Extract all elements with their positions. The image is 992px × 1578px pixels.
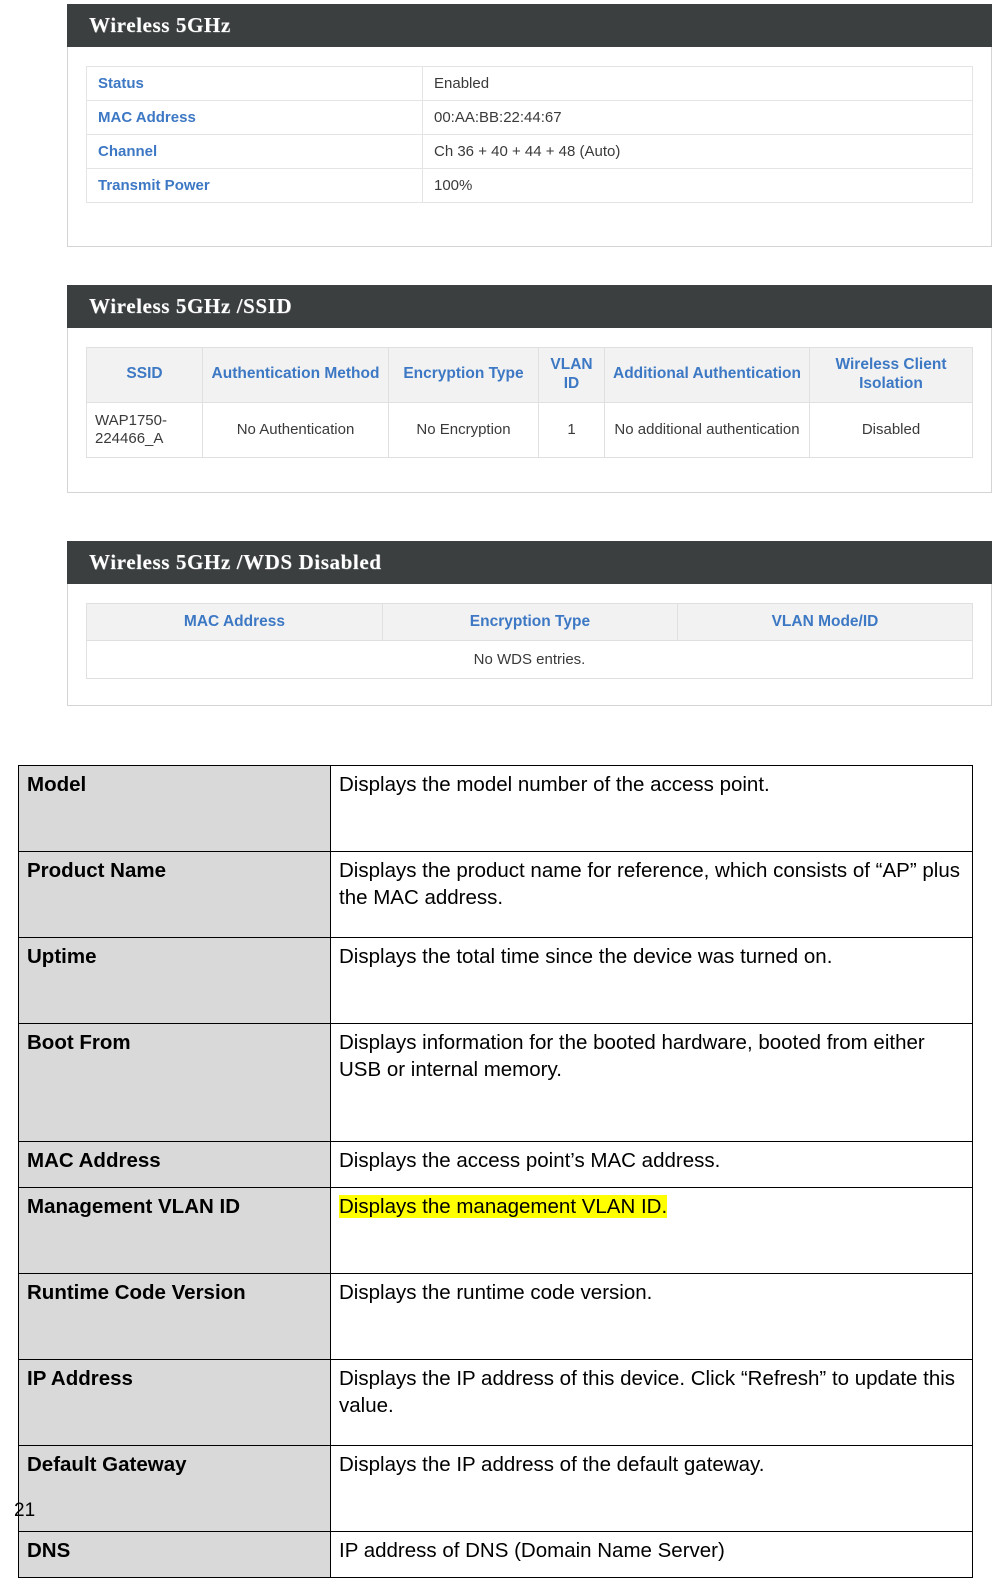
col-header-wireless-client-isolation: Wireless Client Isolation (809, 347, 973, 403)
col-header-wds-vlan-mode-id: VLAN Mode/ID (676, 603, 974, 641)
panel-title-wireless-5ghz: Wireless 5GHz (67, 4, 992, 47)
row-value-transmit-power: 100% (422, 168, 973, 203)
cell-authentication-method: No Authentication (202, 401, 389, 459)
table-row: Product Name Displays the product name f… (18, 851, 973, 938)
row-label-transmit-power: Transmit Power (86, 168, 423, 203)
desc-dns: IP address of DNS (Domain Name Server) (330, 1531, 973, 1578)
col-header-authentication-method: Authentication Method (202, 347, 389, 403)
desc-runtime-code-version: Displays the runtime code version. (330, 1273, 973, 1360)
table-row: DNS IP address of DNS (Domain Name Serve… (18, 1531, 973, 1578)
row-label-mac-address: MAC Address (86, 100, 423, 135)
cell-vlan-id: 1 (538, 401, 605, 459)
table-row: Transmit Power 100% (86, 168, 973, 203)
wds-table: MAC Address Encryption Type VLAN Mode/ID… (86, 603, 974, 679)
cell-ssid: WAP1750-224466_A (86, 401, 203, 459)
row-label-channel: Channel (86, 134, 423, 169)
term-uptime: Uptime (18, 937, 331, 1024)
table-row: Uptime Displays the total time since the… (18, 937, 973, 1024)
ssid-table: SSID Authentication Method Encryption Ty… (86, 347, 973, 459)
term-management-vlan-id: Management VLAN ID (18, 1187, 331, 1274)
desc-uptime: Displays the total time since the device… (330, 937, 973, 1024)
row-label-status: Status (86, 66, 423, 101)
term-boot-from: Boot From (18, 1023, 331, 1142)
row-value-status: Enabled (422, 66, 973, 101)
term-product-name: Product Name (18, 851, 331, 938)
col-header-encryption-type: Encryption Type (388, 347, 539, 403)
term-runtime-code-version: Runtime Code Version (18, 1273, 331, 1360)
desc-ip-address: Displays the IP address of this device. … (330, 1359, 973, 1446)
table-row: Boot From Displays information for the b… (18, 1023, 973, 1142)
table-row: Management VLAN ID Displays the manageme… (18, 1187, 973, 1274)
page-number: 21 (14, 1500, 36, 1521)
table-header-row: MAC Address Encryption Type VLAN Mode/ID (86, 603, 974, 641)
highlighted-text: Displays the management VLAN ID. (339, 1195, 668, 1218)
panel-title-wireless-5ghz-wds: Wireless 5GHz /WDS Disabled (67, 541, 992, 584)
term-mac-address: MAC Address (18, 1141, 331, 1188)
col-header-wds-mac-address: MAC Address (86, 603, 383, 641)
table-row: Default Gateway Displays the IP address … (18, 1445, 973, 1532)
desc-model: Displays the model number of the access … (330, 765, 973, 852)
desc-default-gateway: Displays the IP address of the default g… (330, 1445, 973, 1532)
desc-management-vlan-id: Displays the management VLAN ID. (330, 1187, 973, 1274)
term-default-gateway: Default Gateway (18, 1445, 331, 1532)
panel-body-wireless-5ghz-ssid: SSID Authentication Method Encryption Ty… (67, 328, 992, 493)
table-row: MAC Address 00:AA:BB:22:44:67 (86, 100, 973, 135)
term-ip-address: IP Address (18, 1359, 331, 1446)
wds-empty-message: No WDS entries. (86, 640, 973, 679)
field-description-table: Model Displays the model number of the a… (18, 765, 973, 1578)
term-model: Model (18, 765, 331, 852)
row-value-mac-address: 00:AA:BB:22:44:67 (422, 100, 973, 135)
panel-wireless-5ghz: Wireless 5GHz Status Enabled MAC Address… (67, 4, 992, 247)
table-row: Status Enabled (86, 66, 973, 101)
col-header-wds-encryption-type: Encryption Type (381, 603, 678, 641)
term-dns: DNS (18, 1531, 331, 1578)
table-row: Channel Ch 36 + 40 + 44 + 48 (Auto) (86, 134, 973, 169)
desc-boot-from: Displays information for the booted hard… (330, 1023, 973, 1142)
cell-encryption-type: No Encryption (388, 401, 539, 459)
col-header-ssid: SSID (86, 347, 203, 403)
row-value-channel: Ch 36 + 40 + 44 + 48 (Auto) (422, 134, 973, 169)
col-header-vlan-id: VLAN ID (538, 347, 605, 403)
col-header-additional-authentication: Additional Authentication (604, 347, 810, 403)
table-row: Model Displays the model number of the a… (18, 765, 973, 852)
cell-additional-authentication: No additional authentication (604, 401, 810, 459)
table-header-row: SSID Authentication Method Encryption Ty… (86, 347, 973, 403)
panel-title-wireless-5ghz-ssid: Wireless 5GHz /SSID (67, 285, 992, 328)
table-row: Runtime Code Version Displays the runtim… (18, 1273, 973, 1360)
table-row: IP Address Displays the IP address of th… (18, 1359, 973, 1446)
wireless-5ghz-status-table: Status Enabled MAC Address 00:AA:BB:22:4… (86, 66, 973, 203)
desc-product-name: Displays the product name for reference,… (330, 851, 973, 938)
panel-body-wireless-5ghz: Status Enabled MAC Address 00:AA:BB:22:4… (67, 47, 992, 247)
panel-wireless-5ghz-ssid: Wireless 5GHz /SSID SSID Authentication … (67, 285, 992, 493)
panel-wireless-5ghz-wds: Wireless 5GHz /WDS Disabled MAC Address … (67, 541, 992, 706)
panel-body-wireless-5ghz-wds: MAC Address Encryption Type VLAN Mode/ID… (67, 584, 992, 706)
desc-mac-address: Displays the access point’s MAC address. (330, 1141, 973, 1188)
cell-wireless-client-isolation: Disabled (809, 401, 973, 459)
table-row: No WDS entries. (86, 640, 973, 679)
table-row: MAC Address Displays the access point’s … (18, 1141, 973, 1188)
table-row: WAP1750-224466_A No Authentication No En… (86, 401, 973, 459)
